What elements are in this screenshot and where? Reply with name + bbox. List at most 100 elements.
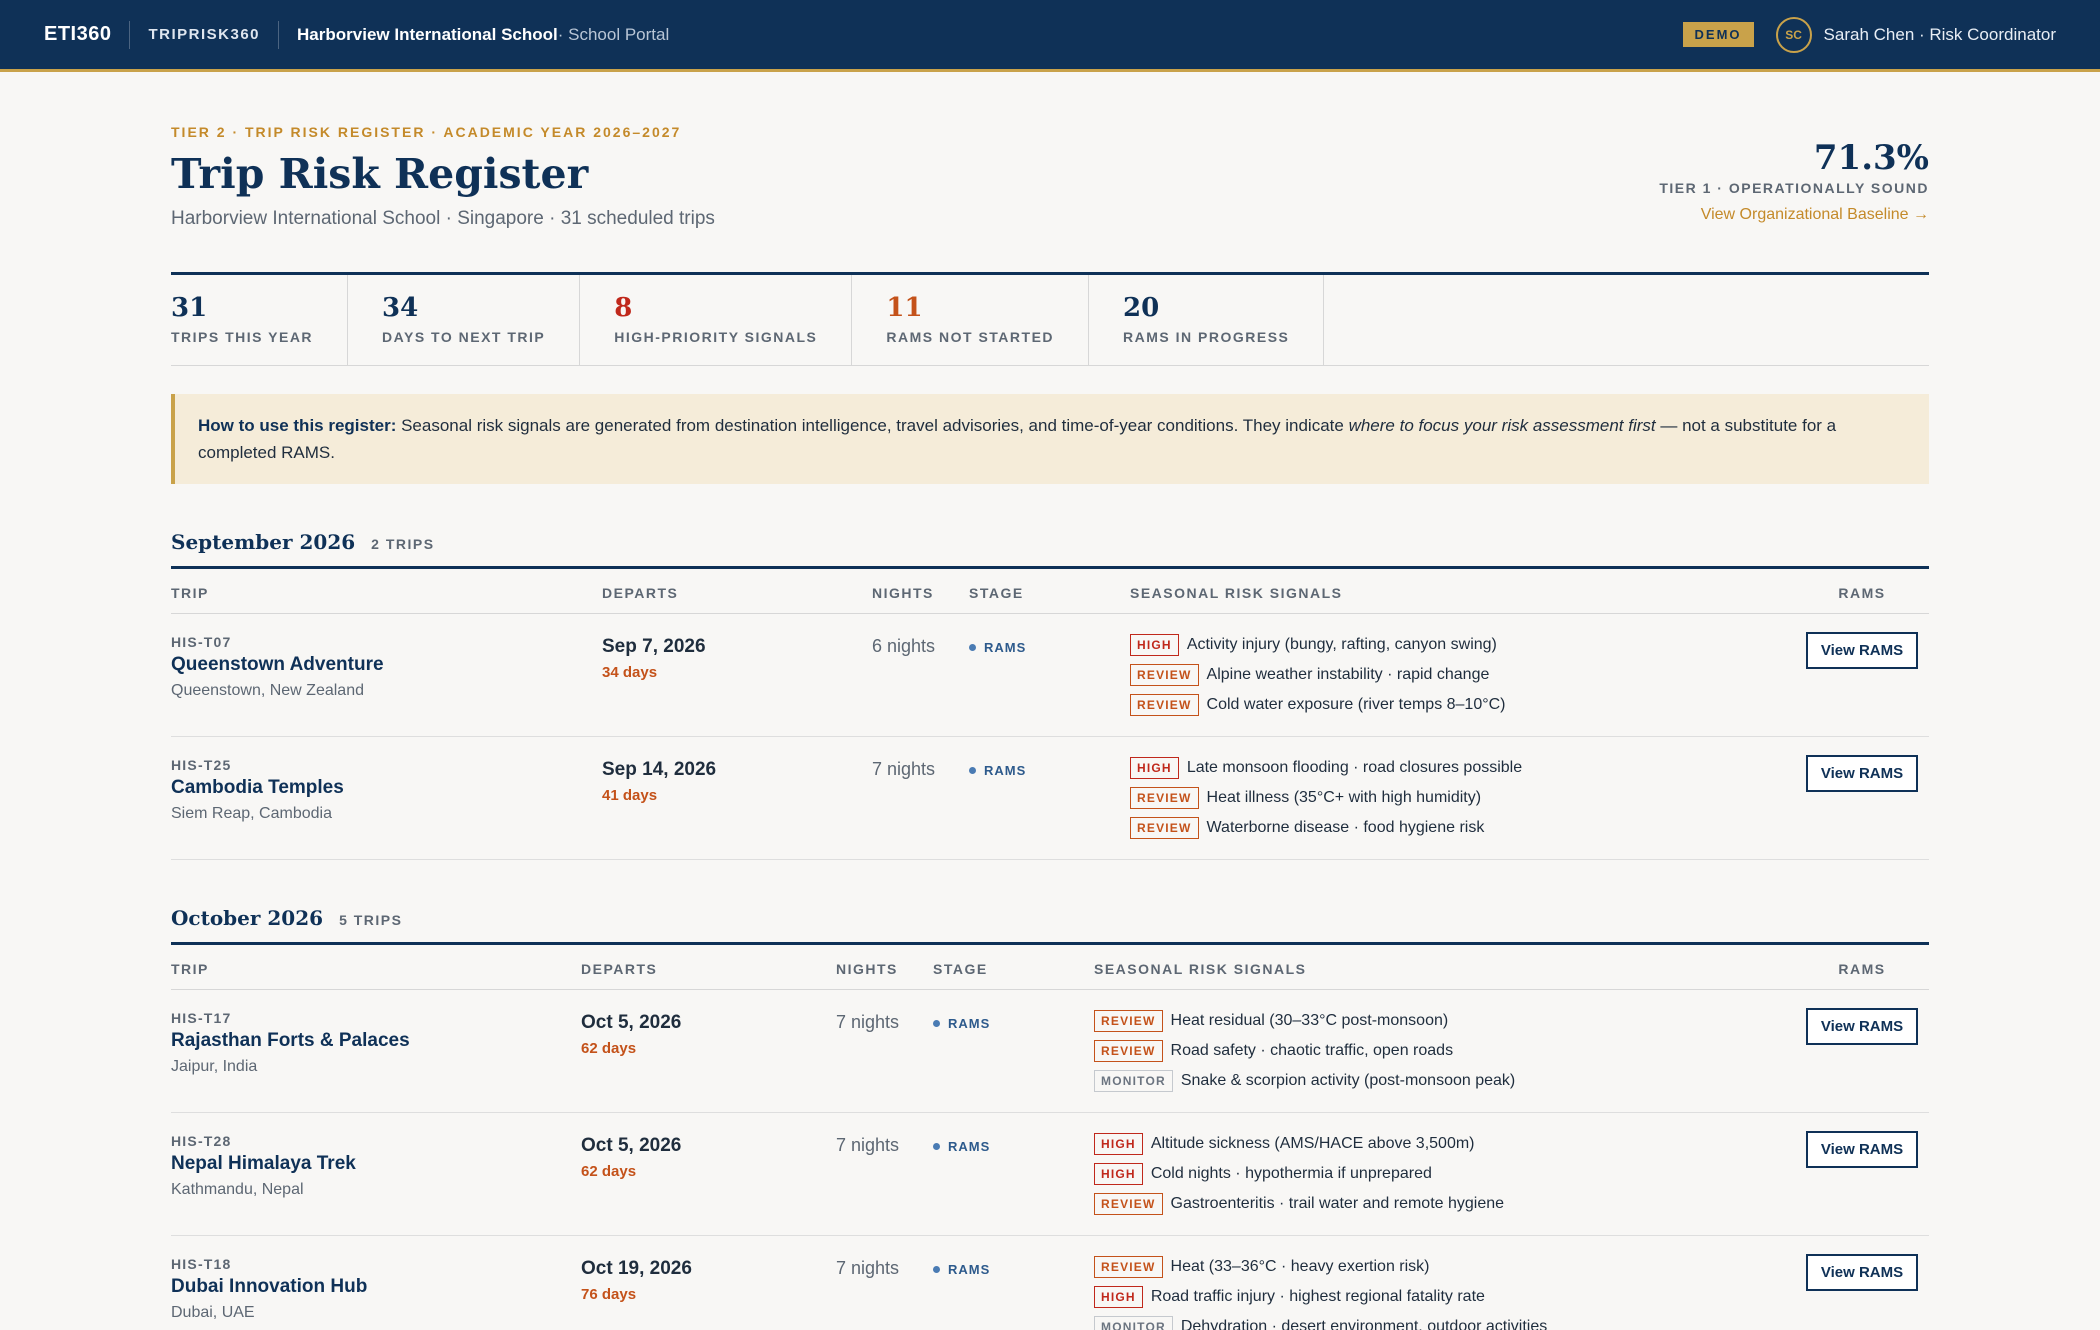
risk-signal: HIGH Altitude sickness (AMS/HACE above 3,…: [1094, 1129, 1795, 1159]
status-dot-icon: [933, 1020, 940, 1028]
stage-cell: RAMS: [969, 630, 1130, 720]
column-header-departs: DEPARTS: [581, 961, 658, 978]
signals-cell: REVIEW Heat (33–36°C · heavy exertion ris…: [1094, 1252, 1795, 1330]
signal-text: Snake & scorpion activity (post-monsoon …: [1180, 1072, 1516, 1090]
trip-cell: HIS-T17 Rajasthan Forts & Palaces Jaipur, …: [171, 1006, 581, 1096]
stage-cell: RAMS: [933, 1252, 1094, 1330]
severity-badge: REVIEW: [1094, 1193, 1163, 1216]
stage-label: RAMS: [948, 1139, 991, 1155]
month-title: September 2026: [171, 530, 356, 555]
rams-cell: View RAMS: [1795, 1006, 1929, 1096]
view-rams-button[interactable]: View RAMS: [1805, 1131, 1919, 1169]
stage-indicator: RAMS: [933, 1252, 1094, 1277]
baseline-link[interactable]: View Organizational Baseline →: [1701, 206, 1929, 224]
view-rams-button[interactable]: View RAMS: [1805, 755, 1919, 793]
nights-cell: 7 nights: [836, 1006, 933, 1096]
month-section: October 2026 5 TRIPS TRIP DEPARTS NIGHTS STAG…: [171, 906, 1929, 1330]
app-logo[interactable]: ETI360: [44, 23, 111, 46]
table-row: HIS-T25 Cambodia Temples Siem Reap, Cambod…: [171, 737, 1929, 861]
month-title: October 2026: [171, 906, 324, 931]
nights-count: 7 nights: [836, 1258, 900, 1279]
signal-text: Late monsoon flooding · road closures po…: [1186, 759, 1523, 777]
column-header-rams: RAMS: [1838, 961, 1886, 978]
month-section: September 2026 2 TRIPS TRIP DEPARTS NIGHTS ST…: [171, 530, 1929, 861]
trip-id: HIS-T17: [171, 1010, 232, 1027]
signal-text: Cold water exposure (river temps 8–10°C): [1206, 696, 1506, 714]
stat-2: 8 HIGH-PRIORITY SIGNALS: [614, 275, 853, 365]
risk-signal: REVIEW Waterborne disease · food hygiene …: [1130, 813, 1795, 843]
trip-location: Dubai, UAE: [171, 1304, 255, 1322]
risk-signal: REVIEW Road safety · chaotic traffic, ope…: [1094, 1036, 1795, 1066]
trip-name[interactable]: Cambodia Temples: [171, 777, 602, 799]
stage-label: RAMS: [984, 640, 1027, 656]
risk-signal: HIGH Late monsoon flooding · road closure…: [1130, 753, 1795, 783]
table-header: TRIP DEPARTS NIGHTS STAGE SEASONAL RISK SIGN…: [171, 945, 1929, 991]
month-trip-count: 2 TRIPS: [371, 536, 435, 553]
trip-id: HIS-T25: [171, 757, 232, 774]
days-until: 62 days: [581, 1163, 637, 1181]
column-header-nights: NIGHTS: [872, 585, 934, 602]
risk-signal: MONITOR Snake & scorpion activity (post-m…: [1094, 1066, 1795, 1096]
stage-label: RAMS: [948, 1262, 991, 1278]
column-header-nights: NIGHTS: [836, 961, 898, 978]
signal-text: Alpine weather instability · rapid chang…: [1206, 666, 1490, 684]
signal-text: Activity injury (bungy, rafting, canyon …: [1186, 636, 1497, 654]
trip-name[interactable]: Nepal Himalaya Trek: [171, 1153, 581, 1175]
signal-text: Heat residual (30–33°C post-monsoon): [1170, 1012, 1449, 1030]
view-rams-button[interactable]: View RAMS: [1805, 632, 1919, 670]
severity-badge: REVIEW: [1130, 787, 1199, 810]
departs-cell: Sep 7, 2026 34 days: [602, 630, 872, 720]
risk-signal: REVIEW Heat residual (30–33°C post-monsoo…: [1094, 1006, 1795, 1036]
days-until: 34 days: [602, 664, 658, 682]
severity-badge: REVIEW: [1130, 817, 1199, 840]
trip-name[interactable]: Rajasthan Forts & Palaces: [171, 1030, 581, 1052]
severity-badge: HIGH: [1130, 757, 1179, 780]
trip-name[interactable]: Dubai Innovation Hub: [171, 1276, 581, 1298]
stat-label: HIGH-PRIORITY SIGNALS: [614, 329, 818, 345]
severity-badge: HIGH: [1094, 1286, 1143, 1309]
column-header-signals: SEASONAL RISK SIGNALS: [1130, 585, 1343, 602]
risk-signal: REVIEW Heat (33–36°C · heavy exertion ris…: [1094, 1252, 1795, 1282]
trip-cell: HIS-T07 Queenstown Adventure Queenstown, N…: [171, 630, 602, 720]
user-name[interactable]: Sarah Chen · Risk Coordinator: [1824, 25, 2056, 45]
departs-cell: Sep 14, 2026 41 days: [602, 753, 872, 843]
trip-name[interactable]: Queenstown Adventure: [171, 654, 602, 676]
severity-badge: REVIEW: [1094, 1040, 1163, 1063]
column-header-stage: STAGE: [969, 585, 1024, 602]
severity-badge: REVIEW: [1094, 1256, 1163, 1279]
column-header-rams: RAMS: [1838, 585, 1886, 602]
stage-indicator: RAMS: [933, 1129, 1094, 1154]
stat-value: 31: [171, 293, 208, 323]
stat-0: 31 TRIPS THIS YEAR: [171, 275, 349, 365]
nights-cell: 7 nights: [872, 753, 969, 843]
table-row: HIS-T18 Dubai Innovation Hub Dubai, UAE Oct…: [171, 1236, 1929, 1330]
stat-label: TRIPS THIS YEAR: [171, 329, 314, 345]
signal-text: Altitude sickness (AMS/HACE above 3,500m…: [1150, 1135, 1475, 1153]
stat-value: 11: [886, 293, 923, 323]
main-content: TIER 2 · TRIP RISK REGISTER · ACADEMIC Y…: [0, 72, 2100, 1330]
nights-cell: 6 nights: [872, 630, 969, 720]
trip-cell: HIS-T18 Dubai Innovation Hub Dubai, UAE: [171, 1252, 581, 1330]
depart-date: Sep 7, 2026: [602, 636, 706, 658]
signal-text: Cold nights · hypothermia if unprepared: [1150, 1165, 1432, 1183]
stat-value: 34: [382, 293, 419, 323]
status-dot-icon: [933, 1143, 940, 1151]
signal-text: Heat (33–36°C · heavy exertion risk): [1170, 1258, 1430, 1276]
signals-cell: REVIEW Heat residual (30–33°C post-monsoo…: [1094, 1006, 1795, 1096]
risk-signal: REVIEW Cold water exposure (river temps 8…: [1130, 690, 1795, 720]
view-rams-button[interactable]: View RAMS: [1805, 1254, 1919, 1292]
column-header-signals: SEASONAL RISK SIGNALS: [1094, 961, 1307, 978]
stat-4: 20 RAMS IN PROGRESS: [1123, 275, 1325, 365]
status-dot-icon: [969, 644, 976, 652]
signal-text: Road safety · chaotic traffic, open road…: [1170, 1042, 1454, 1060]
trip-id: HIS-T07: [171, 634, 232, 651]
trip-location: Kathmandu, Nepal: [171, 1181, 304, 1199]
risk-signal: MONITOR Dehydration · desert environment,…: [1094, 1312, 1795, 1330]
stage-indicator: RAMS: [933, 1006, 1094, 1031]
rams-cell: View RAMS: [1795, 753, 1929, 843]
status-dot-icon: [969, 767, 976, 775]
rams-cell: View RAMS: [1795, 1129, 1929, 1219]
view-rams-button[interactable]: View RAMS: [1805, 1008, 1919, 1046]
score-label: TIER 1 · OPERATIONALLY SOUND: [1659, 180, 1929, 196]
avatar[interactable]: SC: [1775, 16, 1812, 53]
